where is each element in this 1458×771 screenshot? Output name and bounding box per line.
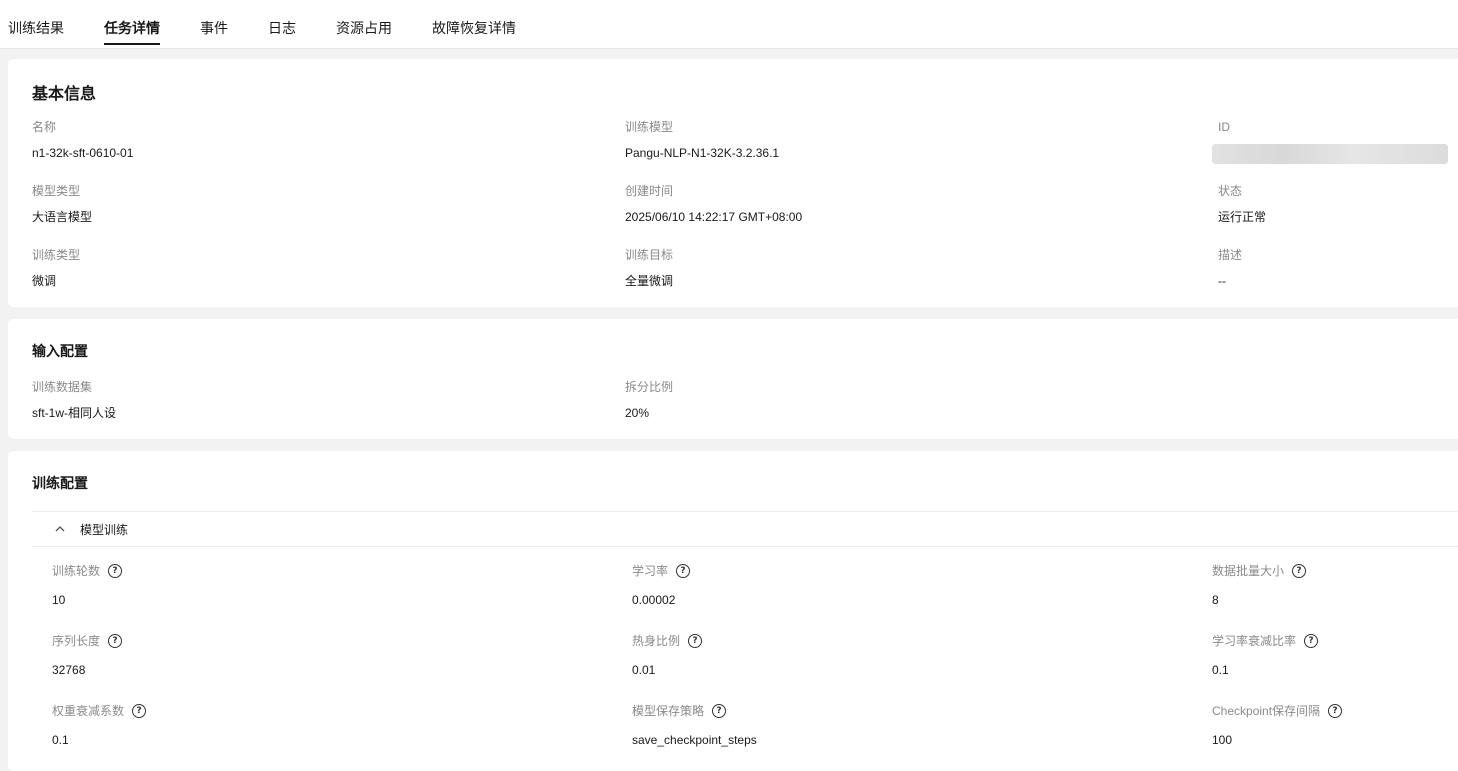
- tab-fault-recovery[interactable]: 故障恢复详情: [432, 18, 516, 38]
- param-label-learning-rate: 学习率?: [632, 563, 691, 579]
- question-circle-icon[interactable]: ?: [1292, 563, 1307, 578]
- question-circle-icon[interactable]: ?: [676, 563, 691, 578]
- field-value-model-type: 大语言模型: [32, 210, 93, 224]
- model-training-section-label: 模型训练: [80, 523, 129, 537]
- param-value-save-strategy: save_checkpoint_steps: [632, 733, 757, 747]
- param-label-batch-size: 数据批量大小?: [1212, 563, 1307, 579]
- field-value-created-time: 2025/06/10 14:22:17 GMT+08:00: [625, 210, 803, 224]
- field-value-model: Pangu-NLP-N1-32K-3.2.36.1: [625, 146, 780, 160]
- param-label-text: Checkpoint保存间隔: [1212, 704, 1321, 718]
- input-config-card: 输入配置 训练数据集 sft-1w-相同人设 拆分比例 20%: [8, 319, 1458, 439]
- question-circle-icon[interactable]: ?: [108, 633, 123, 648]
- question-circle-icon[interactable]: ?: [712, 703, 727, 718]
- training-config-title: 训练配置: [32, 475, 88, 491]
- question-circle-icon[interactable]: ?: [132, 703, 147, 718]
- param-label-text: 学习率: [632, 564, 669, 578]
- field-label-training-type: 训练类型: [32, 248, 81, 262]
- field-label-dataset: 训练数据集: [32, 380, 93, 394]
- param-label-text: 热身比例: [632, 634, 681, 648]
- field-value-description: --: [1218, 274, 1226, 288]
- param-label-text: 权重衰减系数: [52, 704, 125, 718]
- field-label-model-type: 模型类型: [32, 184, 81, 198]
- tab-task-details[interactable]: 任务详情: [104, 18, 160, 38]
- chevron-up-icon[interactable]: [54, 523, 66, 535]
- param-label-weight-decay: 权重衰减系数?: [52, 703, 147, 719]
- tab-events[interactable]: 事件: [200, 18, 228, 38]
- tab-training-results[interactable]: 训练结果: [8, 18, 64, 38]
- field-value-id-redacted: [1212, 144, 1448, 164]
- param-value-checkpoint-interval: 100: [1212, 733, 1233, 747]
- field-label-created-time: 创建时间: [625, 184, 674, 198]
- field-label-model: 训练模型: [625, 120, 674, 134]
- param-label-save-strategy: 模型保存策略?: [632, 703, 727, 719]
- field-label-training-target: 训练目标: [625, 248, 674, 262]
- param-value-epochs: 10: [52, 593, 66, 607]
- question-circle-icon[interactable]: ?: [1304, 633, 1319, 648]
- field-value-dataset: sft-1w-相同人设: [32, 406, 117, 420]
- param-label-text: 学习率衰减比率: [1212, 634, 1297, 648]
- param-value-learning-rate: 0.00002: [632, 593, 676, 607]
- field-value-name: n1-32k-sft-0610-01: [32, 146, 134, 160]
- param-label-seq-length: 序列长度?: [52, 633, 123, 649]
- param-label-epochs: 训练轮数?: [52, 563, 123, 579]
- field-label-id: ID: [1218, 120, 1230, 134]
- question-circle-icon[interactable]: ?: [1328, 703, 1343, 718]
- model-training-section-header[interactable]: 模型训练: [32, 511, 1458, 547]
- input-config-title: 输入配置: [32, 343, 88, 359]
- question-circle-icon[interactable]: ?: [108, 563, 123, 578]
- param-label-checkpoint-interval: Checkpoint保存间隔?: [1212, 703, 1343, 719]
- field-value-training-type: 微调: [32, 274, 57, 288]
- field-label-name: 名称: [32, 120, 57, 134]
- question-circle-icon[interactable]: ?: [688, 633, 703, 648]
- param-value-seq-length: 32768: [52, 663, 86, 677]
- active-tab-indicator: [104, 43, 160, 45]
- field-label-description: 描述: [1218, 248, 1243, 262]
- param-value-warmup-ratio: 0.01: [632, 663, 656, 677]
- param-label-lr-decay-ratio: 学习率衰减比率?: [1212, 633, 1319, 649]
- param-value-batch-size: 8: [1212, 593, 1219, 607]
- basic-info-card: 基本信息 名称 n1-32k-sft-0610-01 训练模型 Pangu-NL…: [8, 59, 1458, 307]
- param-value-lr-decay-ratio: 0.1: [1212, 663, 1229, 677]
- field-label-split-ratio: 拆分比例: [625, 380, 674, 394]
- field-value-status: 运行正常: [1218, 210, 1267, 224]
- field-label-status: 状态: [1218, 184, 1243, 198]
- training-config-card: 训练配置 模型训练 训练轮数? 10 学习率? 0.00002 数据批量大小? …: [8, 451, 1458, 771]
- param-value-weight-decay: 0.1: [52, 733, 69, 747]
- basic-info-title: 基本信息: [32, 86, 97, 103]
- field-value-split-ratio: 20%: [625, 406, 650, 420]
- tab-resource-usage[interactable]: 资源占用: [336, 18, 392, 38]
- param-label-text: 模型保存策略: [632, 704, 705, 718]
- field-value-training-target: 全量微调: [625, 274, 674, 288]
- param-label-text: 数据批量大小: [1212, 564, 1285, 578]
- tab-bar: 训练结果 任务详情 事件 日志 资源占用 故障恢复详情: [0, 0, 1458, 49]
- param-label-warmup-ratio: 热身比例?: [632, 633, 703, 649]
- param-label-text: 序列长度: [52, 634, 101, 648]
- param-label-text: 训练轮数: [52, 564, 101, 578]
- tab-logs[interactable]: 日志: [268, 18, 296, 38]
